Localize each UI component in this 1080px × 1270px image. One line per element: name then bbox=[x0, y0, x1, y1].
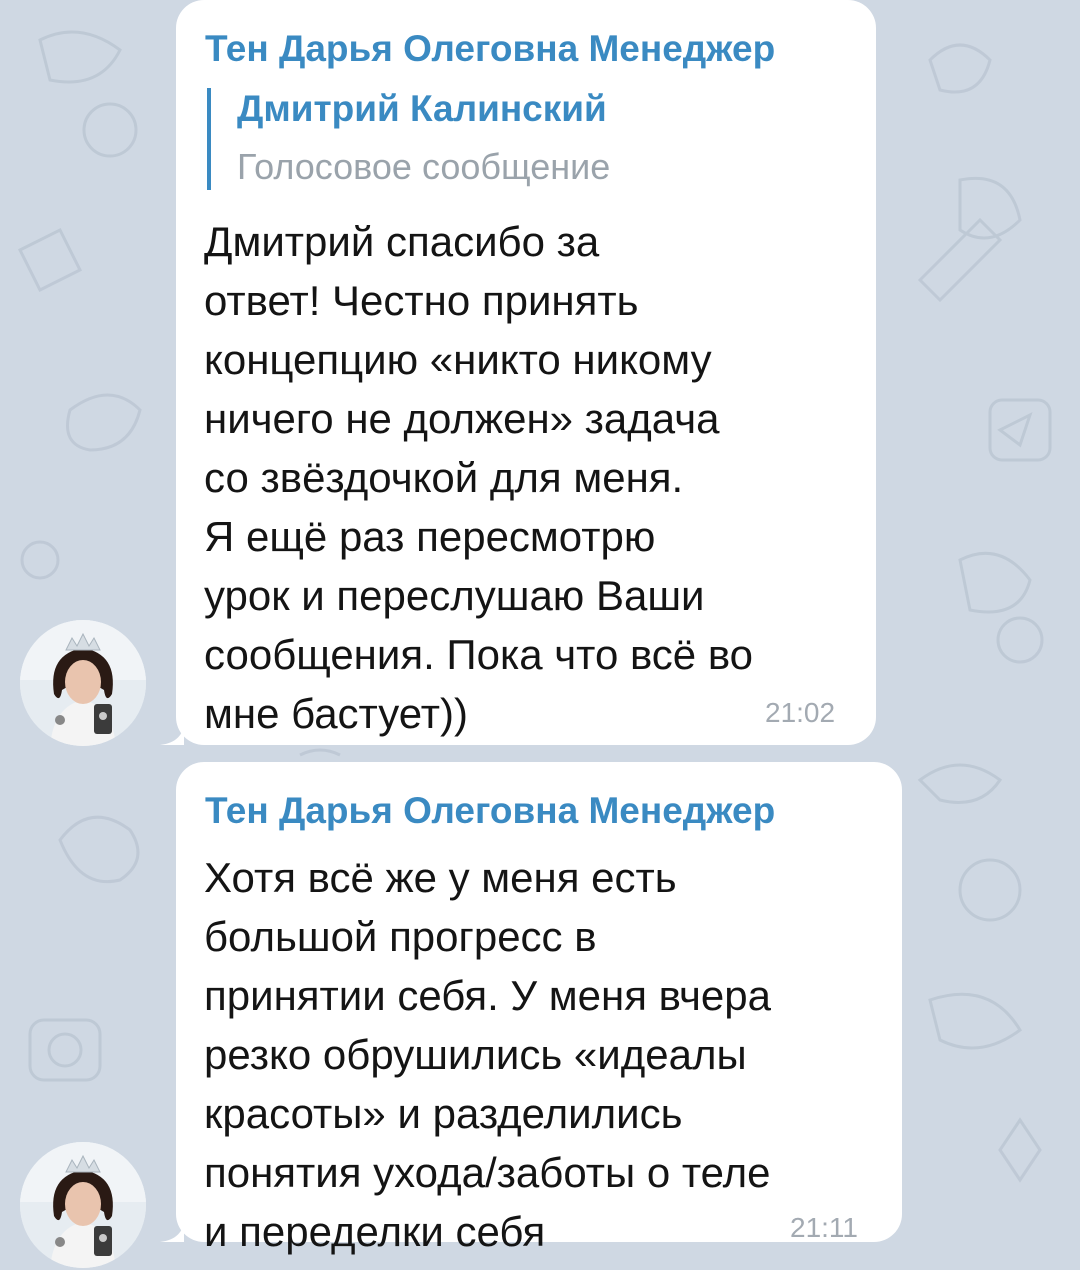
avatar[interactable] bbox=[20, 1142, 146, 1268]
sender-name[interactable]: Тен Дарья Олеговна Менеджер bbox=[205, 28, 775, 70]
message-2[interactable]: Тен Дарья Олеговна Менеджер Хотя всё же … bbox=[0, 762, 1080, 1268]
bubble-tail bbox=[160, 721, 184, 745]
user-photo-avatar-icon bbox=[20, 1142, 146, 1268]
reply-author: Дмитрий Калинский bbox=[237, 88, 607, 129]
avatar[interactable] bbox=[20, 620, 146, 746]
reply-quote[interactable]: Дмитрий Калинский Голосовое сообщение bbox=[207, 88, 811, 190]
bubble-tail bbox=[160, 1218, 184, 1242]
message-1[interactable]: Тен Дарья Олеговна Менеджер Дмитрий Кали… bbox=[0, 0, 1080, 746]
user-photo-avatar-icon bbox=[20, 620, 146, 746]
message-text: Дмитрий спасибо за ответ! Честно принять… bbox=[204, 218, 754, 737]
message-text: Хотя всё же у меня есть большой прогресс… bbox=[204, 854, 771, 1255]
message-time: 21:11 bbox=[790, 1212, 858, 1243]
sender-name[interactable]: Тен Дарья Олеговна Менеджер bbox=[205, 790, 775, 832]
message-time: 21:02 bbox=[765, 697, 836, 728]
reply-preview-text: Голосовое сообщение bbox=[237, 146, 611, 187]
